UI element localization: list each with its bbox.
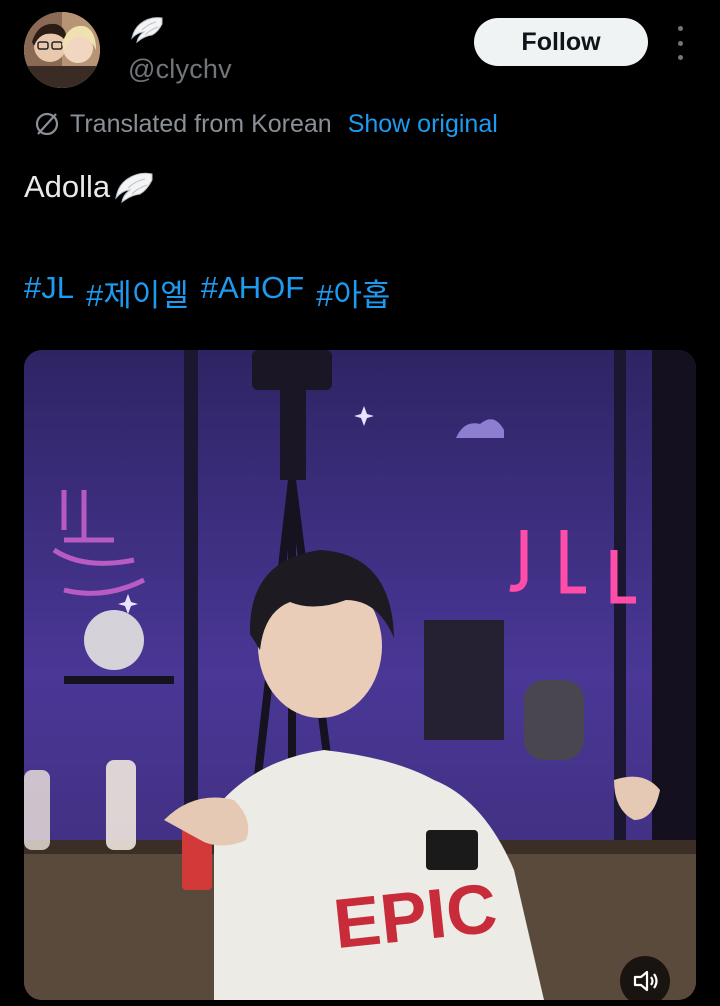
display-name[interactable] <box>128 14 168 46</box>
speaker-muted-icon[interactable] <box>620 956 670 1006</box>
tweet-text: Adolla <box>24 168 156 206</box>
avatar-photo <box>24 12 100 88</box>
hashtag-link[interactable]: #제이엘 <box>86 270 189 315</box>
video-player[interactable]: EPIC <box>24 350 696 1000</box>
tweet-text-content: Adolla <box>24 169 111 204</box>
angel-wing-icon <box>115 172 153 204</box>
more-vertical-icon[interactable] <box>670 26 690 60</box>
hashtag-list: #JL #제이엘 #AHOF #아홉 <box>24 270 402 315</box>
translation-row: Translated from Korean Show original <box>34 106 498 142</box>
translated-label: Translated from Korean <box>70 109 332 138</box>
show-original-link[interactable]: Show original <box>348 110 498 139</box>
avatar[interactable] <box>24 12 100 88</box>
hashtag-link[interactable]: #AHOF <box>201 270 304 315</box>
translate-globe-icon <box>35 112 59 136</box>
follow-button[interactable]: Follow <box>474 18 648 66</box>
video-frame: EPIC <box>24 350 696 1000</box>
hashtag-link[interactable]: #아홉 <box>316 270 390 315</box>
dot <box>677 26 683 31</box>
angel-wing-icon <box>131 17 163 44</box>
hashtag-link[interactable]: #JL <box>24 270 74 315</box>
author-handle[interactable]: @clychv <box>128 54 232 85</box>
dot <box>677 40 683 46</box>
dot <box>677 55 683 60</box>
